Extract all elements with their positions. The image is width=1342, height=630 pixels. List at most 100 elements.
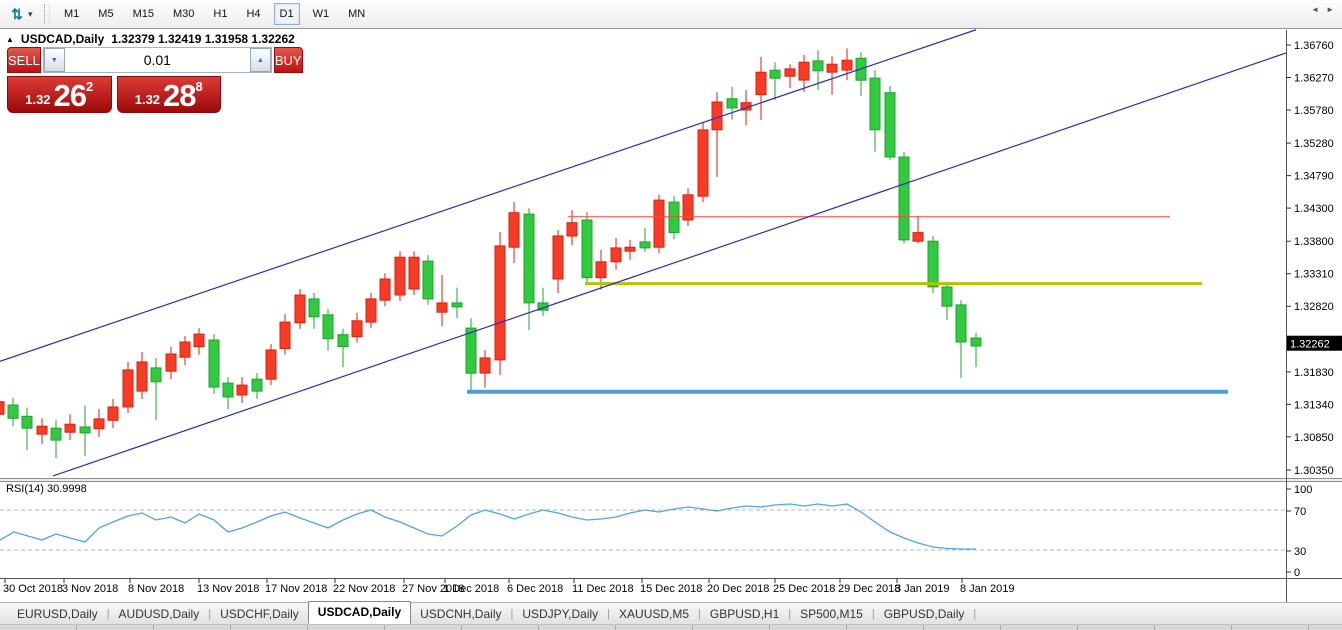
tab-audusd-daily[interactable]: AUDUSD,Daily xyxy=(110,604,209,624)
price-axis-label: 1.30350 xyxy=(1294,465,1334,477)
candle-body xyxy=(654,200,664,247)
sell-price-panel[interactable]: 1.32 26 2 xyxy=(7,76,112,113)
candle-body xyxy=(295,295,305,323)
candle-body xyxy=(65,424,75,432)
candle-body xyxy=(180,342,190,357)
sell-price-pip: 2 xyxy=(86,80,93,93)
candle-body xyxy=(137,362,147,391)
date-axis-label: 3 Jan 2019 xyxy=(895,583,949,595)
sell-price-big: 26 xyxy=(54,80,86,111)
date-axis-label: 8 Jan 2019 xyxy=(960,583,1014,595)
candle-body xyxy=(827,64,837,72)
tab-sp500-m15[interactable]: SP500,M15 xyxy=(791,604,872,624)
date-axis-label: 1 Dec 2018 xyxy=(443,583,499,595)
candle-body xyxy=(323,315,333,339)
tabbar-bottom-strip xyxy=(0,624,1342,630)
candle-body xyxy=(625,247,635,251)
timeframe-button-m5[interactable]: M5 xyxy=(92,3,119,25)
sell-price-prefix: 1.32 xyxy=(25,89,50,111)
price-axis-label: 1.35280 xyxy=(1294,138,1334,150)
chart-ohlc-values: 1.32379 1.32419 1.31958 1.32262 xyxy=(111,32,295,46)
candle-body xyxy=(309,299,319,317)
rsi-axis-label: 70 xyxy=(1294,506,1306,518)
timeframe-button-mn[interactable]: MN xyxy=(342,3,371,25)
candle-body xyxy=(611,248,621,262)
date-axis-label: 8 Nov 2018 xyxy=(128,583,184,595)
tab-scroll-left-icon[interactable]: ◄ xyxy=(1311,5,1319,14)
tab-gbpusd-h1[interactable]: GBPUSD,H1 xyxy=(701,604,788,624)
buy-button[interactable]: BUY xyxy=(274,47,303,73)
tab-usdcnh-daily[interactable]: USDCNH,Daily xyxy=(411,604,510,624)
date-axis-label: 30 Oct 2018 xyxy=(3,583,63,595)
pane-splitter[interactable] xyxy=(0,478,1342,482)
date-axis-label: 15 Dec 2018 xyxy=(640,583,702,595)
timeframes-icon[interactable]: ⇅ xyxy=(6,6,28,23)
candle-body xyxy=(380,279,390,300)
tab-usdchf-daily[interactable]: USDCHF,Daily xyxy=(211,604,308,624)
candle-body xyxy=(640,242,650,248)
candle-body xyxy=(756,72,766,95)
volume-input[interactable] xyxy=(65,48,250,72)
rsi-line xyxy=(0,504,976,549)
chevron-down-icon[interactable]: ▾ xyxy=(28,9,40,20)
price-axis-label: 1.34300 xyxy=(1294,203,1334,215)
price-axis-label: 1.31830 xyxy=(1294,367,1334,379)
one-click-trading-panel: SELL ▼ ▲ BUY 1.32 26 2 1.32 28 8 xyxy=(7,47,221,113)
candle-body xyxy=(338,335,348,347)
current-price-text: 1.32262 xyxy=(1290,339,1330,351)
buy-price-pip: 8 xyxy=(196,80,203,93)
candle-body xyxy=(352,321,362,337)
candle-body xyxy=(280,322,290,349)
horizontal-lines xyxy=(467,217,1228,392)
rsi-axis-label: 0 xyxy=(1294,567,1300,579)
volume-decrease-icon[interactable]: ▼ xyxy=(44,48,65,72)
tab-usdjpy-daily[interactable]: USDJPY,Daily xyxy=(513,604,607,624)
candle-body xyxy=(495,246,505,360)
date-axis[interactable]: 30 Oct 20183 Nov 20188 Nov 201813 Nov 20… xyxy=(3,578,1014,595)
candle-body xyxy=(395,257,405,295)
candle-body xyxy=(80,427,90,433)
volume-increase-icon[interactable]: ▲ xyxy=(250,48,271,72)
timeframe-button-d1[interactable]: D1 xyxy=(274,3,300,25)
timeframe-toolbar: ⇅ ▾ M1 M5 M15 M30 H1 H4 D1 W1 MN xyxy=(0,0,1342,29)
candle-body xyxy=(553,236,563,279)
timeframe-button-m1[interactable]: M1 xyxy=(58,3,85,25)
candle-body xyxy=(813,61,823,71)
timeframe-button-m15[interactable]: M15 xyxy=(127,3,160,25)
timeframe-button-m30[interactable]: M30 xyxy=(167,3,200,25)
collapse-triangle-icon[interactable]: ▲ xyxy=(6,35,14,44)
timeframe-button-h1[interactable]: H1 xyxy=(207,3,233,25)
candle-body xyxy=(698,130,708,196)
price-axis-label: 1.34790 xyxy=(1294,171,1334,183)
candle-body xyxy=(913,233,923,242)
candle-body xyxy=(509,213,519,248)
price-axis[interactable]: 1.367601.362701.357801.352801.347901.343… xyxy=(1286,40,1334,477)
tab-usdcad-daily[interactable]: USDCAD,Daily xyxy=(308,601,411,624)
rsi-axis[interactable]: 10070300 xyxy=(1286,484,1312,579)
candle-body xyxy=(524,214,534,303)
candle-body xyxy=(108,407,118,420)
candle-body xyxy=(870,78,880,130)
price-axis-label: 1.30850 xyxy=(1294,432,1334,444)
tab-xauusd-m5[interactable]: XAUUSD,M5 xyxy=(610,604,698,624)
tab-eurusd-daily[interactable]: EURUSD,Daily xyxy=(8,604,107,624)
price-axis-label: 1.31340 xyxy=(1294,399,1334,411)
sell-button[interactable]: SELL xyxy=(7,47,41,73)
tab-scroll-right-icon[interactable]: ► xyxy=(1326,5,1334,14)
rsi-level-lines xyxy=(0,510,1286,550)
timeframe-button-w1[interactable]: W1 xyxy=(307,3,336,25)
tab-gbpusd-daily[interactable]: GBPUSD,Daily xyxy=(875,604,974,624)
rsi-axis-label: 30 xyxy=(1294,546,1306,558)
price-axis-label: 1.32820 xyxy=(1294,301,1334,313)
timeframe-button-h4[interactable]: H4 xyxy=(240,3,266,25)
rsi-indicator-label: RSI(14) 30.9998 xyxy=(6,483,87,495)
candle-body xyxy=(669,202,679,233)
candle-body xyxy=(22,416,32,428)
buy-price-panel[interactable]: 1.32 28 8 xyxy=(117,76,222,113)
candle-body xyxy=(799,62,809,80)
price-axis-label: 1.33800 xyxy=(1294,236,1334,248)
candle-body xyxy=(567,223,577,236)
candle-body xyxy=(785,69,795,76)
date-axis-label: 17 Nov 2018 xyxy=(265,583,327,595)
candle-body xyxy=(582,220,592,278)
